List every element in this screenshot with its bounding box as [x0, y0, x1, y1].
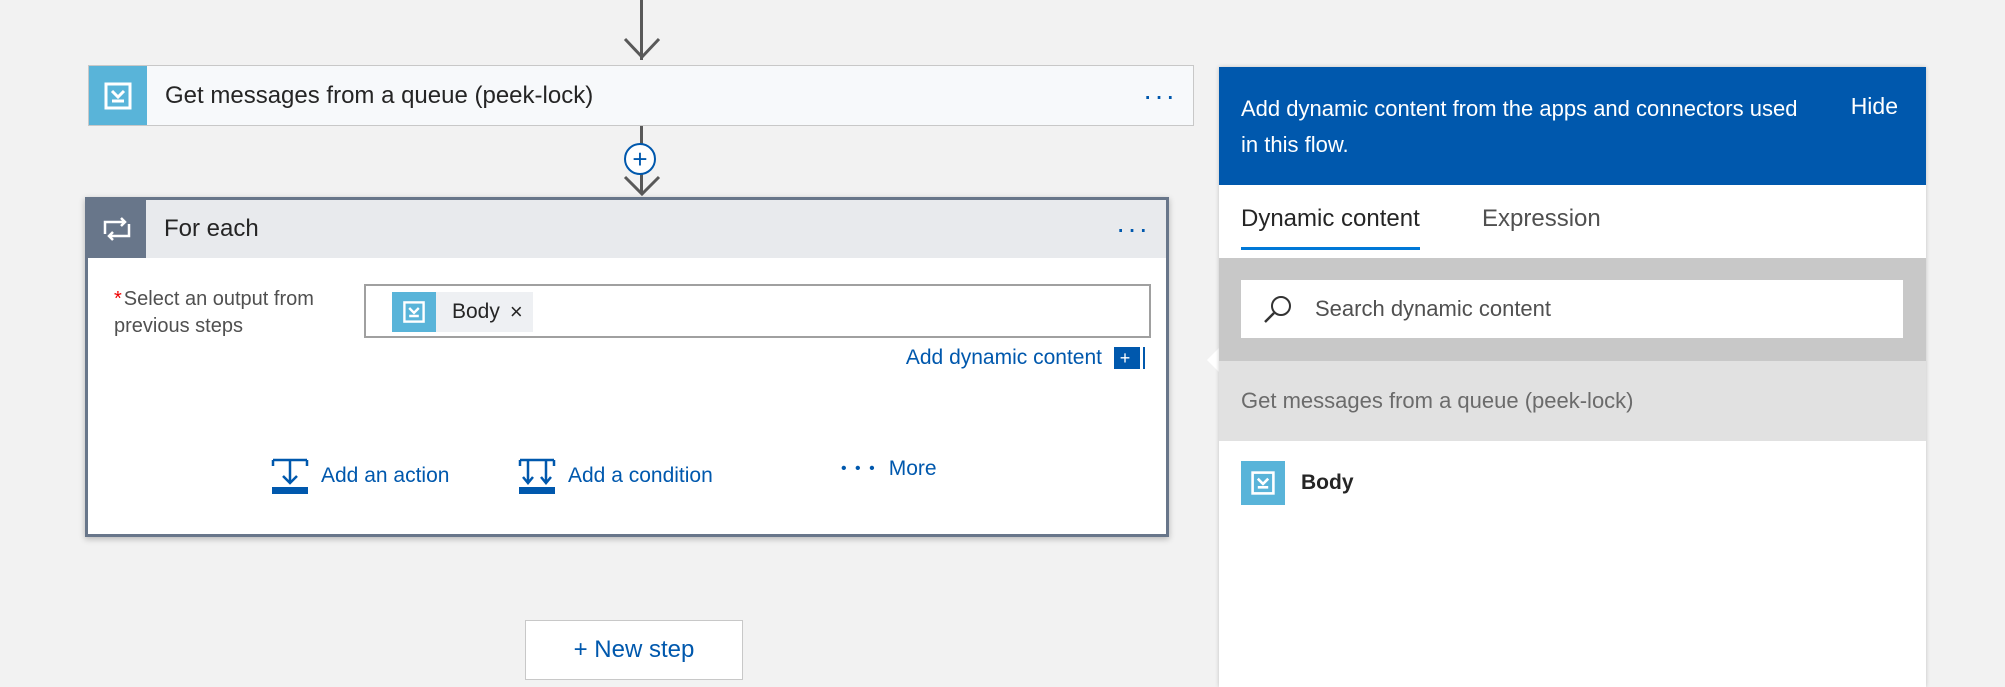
add-action-button[interactable]: Add an action	[271, 457, 449, 495]
add-condition-label: Add a condition	[568, 464, 713, 487]
service-bus-queue-icon	[1241, 461, 1285, 505]
dynamic-content-item-label: Body	[1301, 471, 1354, 494]
tab-expression[interactable]: Expression	[1482, 205, 1601, 247]
search-input[interactable]	[1313, 295, 1877, 323]
more-dots-icon: • • •	[841, 460, 877, 477]
arrow-down-icon	[622, 174, 662, 198]
plus-icon: +	[632, 144, 648, 174]
trigger-step-card[interactable]: Get messages from a queue (peek-lock) ··…	[88, 65, 1194, 126]
foreach-step-title: For each	[164, 215, 259, 242]
add-condition-icon	[518, 458, 556, 494]
add-action-label: Add an action	[321, 464, 450, 487]
hide-button[interactable]: Hide	[1851, 93, 1898, 120]
arrow-down-icon	[622, 36, 662, 62]
output-field-label-text: Select an output from previous steps	[114, 288, 314, 337]
body-token[interactable]: Body ×	[392, 292, 533, 332]
add-dynamic-content-icon: +	[1114, 347, 1140, 369]
remove-token-button[interactable]: ×	[510, 299, 523, 325]
foreach-step-menu-button[interactable]: ···	[1116, 215, 1150, 243]
dynamic-panel-description: Add dynamic content from the apps and co…	[1241, 96, 1798, 157]
search-icon	[1263, 294, 1293, 324]
output-field-label: * Select an output from previous steps	[114, 286, 354, 340]
search-area	[1219, 258, 1926, 361]
add-dynamic-content-link[interactable]: Add dynamic content +	[906, 346, 1140, 370]
dynamic-content-item[interactable]: Body	[1241, 461, 1354, 505]
more-label: More	[888, 457, 937, 480]
output-input[interactable]: Body ×	[364, 284, 1151, 338]
dynamic-content-panel: Add dynamic content from the apps and co…	[1219, 67, 1926, 687]
service-bus-queue-icon	[392, 292, 436, 332]
loop-icon	[88, 200, 146, 258]
service-bus-queue-icon	[89, 66, 147, 125]
add-action-icon	[271, 458, 309, 494]
tab-dynamic-content[interactable]: Dynamic content	[1241, 205, 1420, 250]
foreach-step-card: For each ··· * Select an output from prev…	[85, 197, 1169, 537]
foreach-step-header[interactable]: For each ···	[88, 200, 1166, 258]
insert-step-button[interactable]: +	[624, 143, 656, 175]
search-box	[1241, 280, 1903, 338]
new-step-button[interactable]: + New step	[525, 620, 743, 680]
trigger-step-title: Get messages from a queue (peek-lock)	[165, 81, 594, 109]
trigger-step-menu-button[interactable]: ···	[1143, 81, 1177, 110]
add-condition-button[interactable]: Add a condition	[518, 457, 713, 495]
required-marker: *	[114, 288, 122, 310]
more-button[interactable]: • • • More	[841, 457, 937, 481]
add-dynamic-content-label: Add dynamic content	[905, 346, 1102, 369]
dynamic-panel-header: Add dynamic content from the apps and co…	[1219, 67, 1926, 185]
group-header: Get messages from a queue (peek-lock)	[1219, 361, 1926, 441]
body-token-label: Body	[452, 300, 500, 323]
